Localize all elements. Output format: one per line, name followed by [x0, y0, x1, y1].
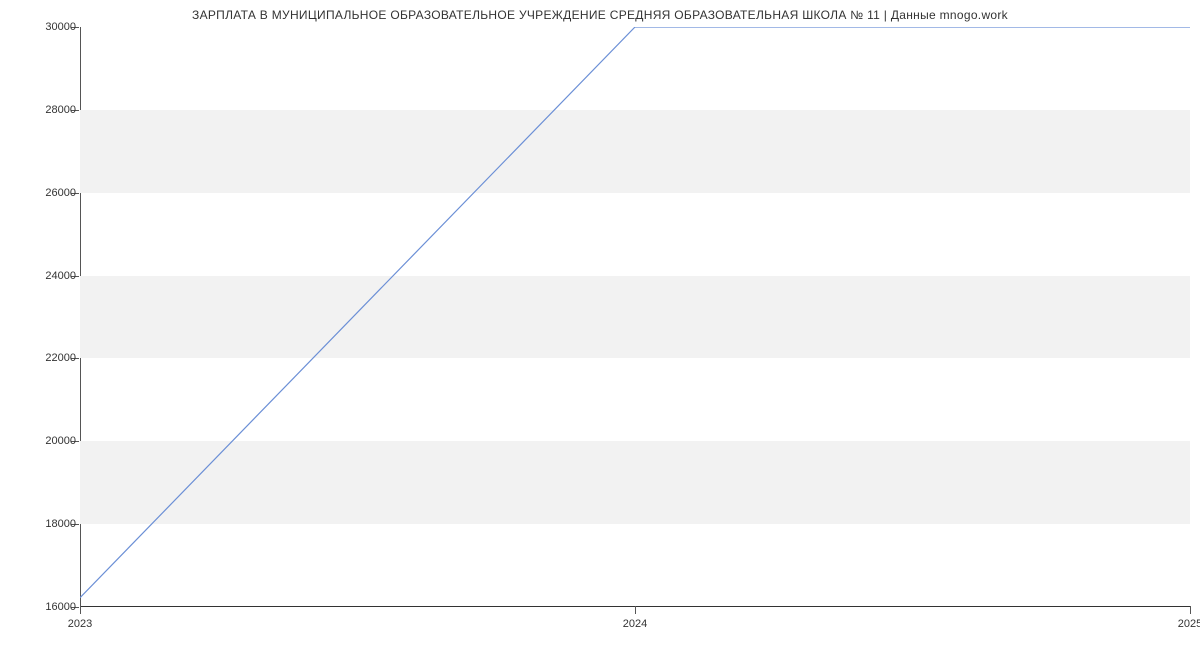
x-tick-label: 2024 [623, 618, 647, 630]
grid-band [80, 110, 1190, 193]
chart-container: ЗАРПЛАТА В МУНИЦИПАЛЬНОЕ ОБРАЗОВАТЕЛЬНОЕ… [0, 0, 1200, 650]
y-tick-label: 16000 [45, 601, 76, 613]
plot-area: 202320242025 [80, 27, 1190, 607]
x-tick [635, 606, 636, 614]
chart-title: ЗАРПЛАТА В МУНИЦИПАЛЬНОЕ ОБРАЗОВАТЕЛЬНОЕ… [0, 8, 1200, 22]
y-tick-label: 26000 [45, 187, 76, 199]
x-tick-label: 2023 [68, 618, 92, 630]
y-tick-label: 22000 [45, 352, 76, 364]
y-tick-label: 28000 [45, 104, 76, 116]
y-tick-label: 24000 [45, 270, 76, 282]
y-tick-label: 20000 [45, 435, 76, 447]
x-tick-label: 2025 [1178, 618, 1200, 630]
x-tick [1190, 606, 1191, 614]
grid-band [80, 276, 1190, 359]
x-tick [80, 606, 81, 614]
y-tick-label: 30000 [45, 21, 76, 33]
grid-band [80, 441, 1190, 524]
y-tick-label: 18000 [45, 518, 76, 530]
